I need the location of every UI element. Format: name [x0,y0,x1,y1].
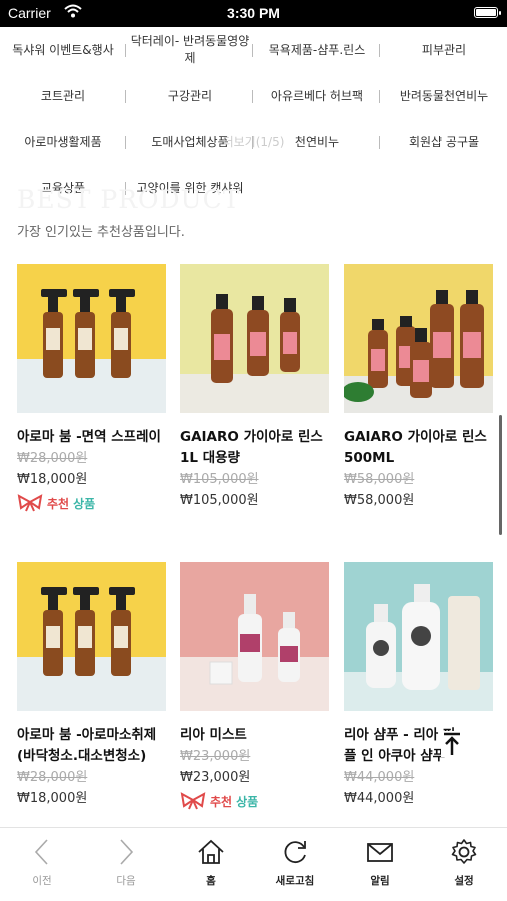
category-item[interactable]: 천연비누 [254,119,380,165]
category-item[interactable]: 독샤워 이벤트&행사 [0,27,126,73]
product-original-price: ₩58,000원 [344,472,415,487]
chevron-left-icon [34,839,48,865]
product-name: 아로마 붐 -면역 스프레이 [17,429,161,445]
category-item[interactable]: 도매사업체상품 [127,119,253,165]
refresh-button[interactable]: 새로고침 [253,828,337,888]
product-image[interactable] [180,562,329,711]
clock: 3:30 PM [227,5,280,21]
mail-icon [367,843,393,862]
product-name: 리아 미스트 [180,727,247,743]
product-price: ₩18,000원 [17,791,88,806]
refresh-icon [284,841,306,864]
product-price: ₩23,000원 [180,770,251,785]
category-item[interactable]: 구강관리 [127,73,253,119]
product-card[interactable]: 아로마 붐 -면역 스프레이 ₩28,000원 ₩18,000원 추천 상품 [17,264,166,512]
category-item[interactable]: 목욕제품-샴푸.린스 [254,27,380,73]
category-item[interactable]: 반려동물천연비누 [381,73,507,119]
product-image[interactable] [180,264,329,413]
product-image[interactable] [17,264,166,413]
product-name: GAIARO 가이아로 린스 1L 대용량 [180,429,323,466]
category-item[interactable]: 피부관리 [381,27,507,73]
section-subtitle: 가장 인기있는 추천상품입니다. [17,225,185,240]
scroll-indicator [499,415,502,535]
product-original-price: ₩28,000원 [17,451,88,466]
notifications-button[interactable]: 알림 [338,828,422,888]
product-price: ₩18,000원 [17,472,88,487]
product-card[interactable]: 아로마 붐 -아로마소취제 (바닥청소.대소변청소) ₩28,000원 ₩18,… [17,562,166,809]
settings-button[interactable]: 설정 [422,828,506,888]
product-original-price: ₩28,000원 [17,770,88,785]
scroll-to-top-icon[interactable] [441,731,463,757]
product-original-price: ₩23,000원 [180,749,251,764]
recommended-badge: 추천 상품 [180,792,329,810]
product-price: ₩105,000원 [180,493,259,508]
product-price: ₩44,000원 [344,791,415,806]
product-card[interactable]: GAIARO 가이아로 린스 1L 대용량 ₩105,000원 ₩105,000… [180,264,329,511]
product-image[interactable] [344,264,493,413]
status-bar: Carrier 3:30 PM [0,0,507,27]
product-name: 아로마 붐 -아로마소취제 (바닥청소.대소변청소) [17,727,157,764]
chevron-right-icon [120,839,134,865]
product-image[interactable] [344,562,493,711]
recommended-badge: 추천 상품 [17,494,166,512]
product-name: GAIARO 가이아로 린스 500ML [344,429,487,466]
home-button[interactable]: 홈 [169,828,253,888]
forward-button[interactable]: 다음 [84,828,168,888]
category-item[interactable]: 아유르베다 허브팩 [254,73,380,119]
bottom-toolbar: 이전 다음 홈 새로고침 알림 설정 [0,827,507,901]
product-original-price: ₩44,000원 [344,770,415,785]
product-original-price: ₩105,000원 [180,472,259,487]
product-image[interactable] [17,562,166,711]
category-item[interactable]: 회원샵 공구몰 [381,119,507,165]
category-item[interactable]: 아로마생활제품 [0,119,126,165]
category-item[interactable]: 코트관리 [0,73,126,119]
product-price: ₩58,000원 [344,493,415,508]
product-card[interactable]: 리아 샴푸 - 리아 퍼플 인 아쿠아 샴푸 ₩44,000원 ₩44,000원 [344,562,493,809]
section-title: BEST PRODUCT [17,185,241,214]
ribbon-icon [180,792,206,810]
product-name: 리아 샴푸 - 리아 퍼플 인 아쿠아 샴푸 [344,727,456,764]
product-card[interactable]: GAIARO 가이아로 린스 500ML ₩58,000원 ₩58,000원 [344,264,493,511]
battery-icon [474,7,501,18]
product-card[interactable]: 리아 미스트 ₩23,000원 ₩23,000원 추천 상품 [180,562,329,810]
back-button[interactable]: 이전 [0,828,84,888]
home-icon [198,839,224,864]
gear-icon [451,839,477,864]
category-item[interactable]: 닥터레이- 반려동물영양제 [127,27,253,73]
ribbon-icon [17,494,43,512]
